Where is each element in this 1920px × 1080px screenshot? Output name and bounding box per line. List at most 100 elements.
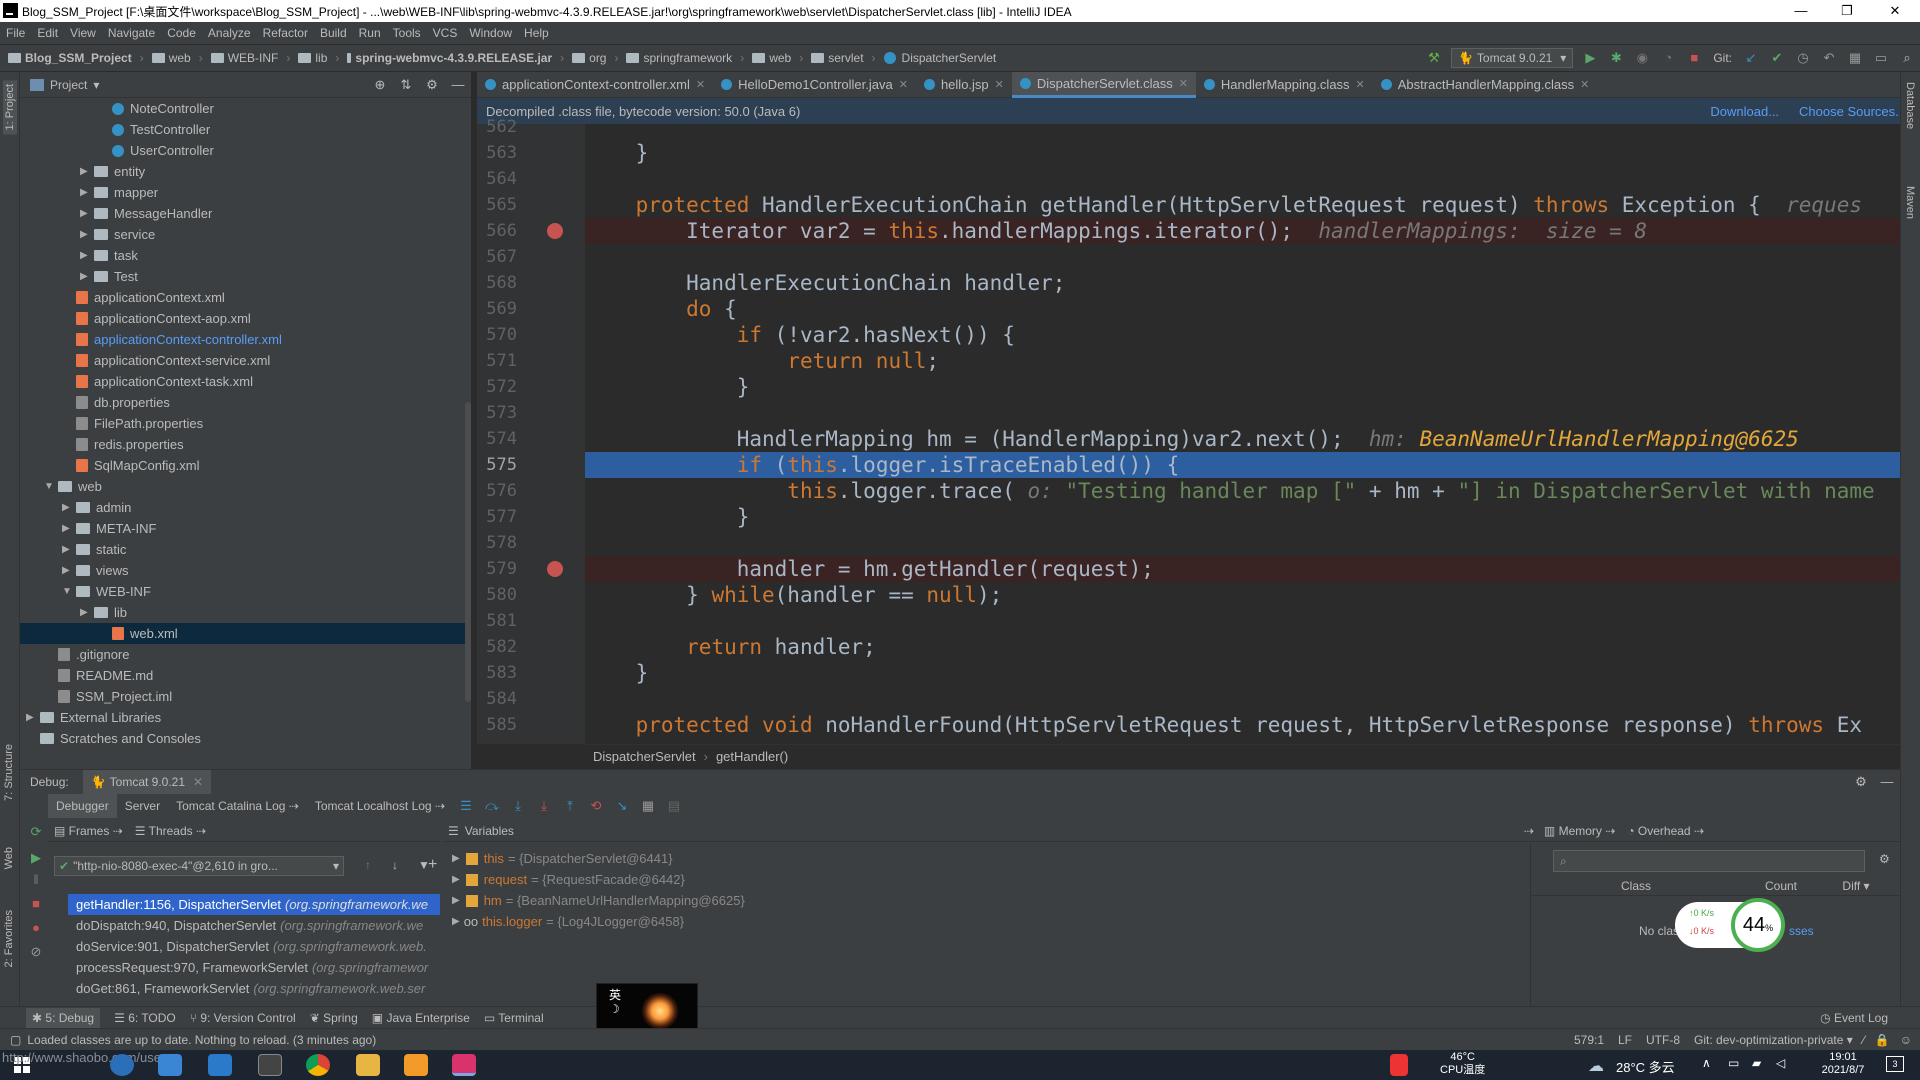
code-editor[interactable]: } protected HandlerExecutionChain getHan… xyxy=(585,124,1900,744)
git-branch[interactable]: Git: dev-optimization-private ▾ xyxy=(1694,1033,1853,1047)
run-config-select[interactable]: 🐈 Tomcat 9.0.21 ▾ xyxy=(1450,48,1574,68)
step-out-icon[interactable]: ⤒ xyxy=(562,798,578,814)
choose-sources-link[interactable]: Choose Sources... xyxy=(1799,104,1906,119)
overhead-tab[interactable]: ◔ Overhead ⇢ xyxy=(1627,824,1704,838)
menu-refactor[interactable]: Refactor xyxy=(257,22,314,44)
web-tool-button[interactable]: Web xyxy=(3,847,15,869)
breadcrumb-jar[interactable]: spring-webmvc-4.3.9.RELEASE.jar › xyxy=(347,51,564,65)
menu-run[interactable]: Run xyxy=(353,22,387,44)
terminal-tool-button[interactable]: ▭ Terminal xyxy=(484,1011,544,1025)
expand-right-icon[interactable]: ▶ xyxy=(452,890,460,911)
chevron-down-icon[interactable]: ▾ xyxy=(93,78,99,92)
code-line[interactable]: Iterator var2 = this.handlerMappings.ite… xyxy=(585,218,1900,244)
code-line[interactable]: if (this.logger.isTraceEnabled()) { xyxy=(585,452,1900,478)
drop-frame-icon[interactable]: ⟲ xyxy=(588,798,604,814)
memory-tab[interactable]: ▥ Memory ⇢ xyxy=(1544,824,1615,838)
volume-icon[interactable]: ◁ xyxy=(1776,1056,1785,1070)
tree-item[interactable]: ▶ service xyxy=(20,224,465,245)
tree-item[interactable]: applicationContext.xml xyxy=(20,287,465,308)
breadcrumb-org[interactable]: org › xyxy=(572,51,618,65)
search-icon[interactable]: ⌕ xyxy=(1899,50,1915,66)
expand-right-icon[interactable]: ▶ xyxy=(452,848,460,869)
tab-catalina-log[interactable]: Tomcat Catalina Log ⇢ xyxy=(168,794,307,818)
expand-right-icon[interactable]: ▶ xyxy=(452,911,460,932)
expand-right-icon[interactable]: ▶ xyxy=(452,869,460,890)
event-log-button[interactable]: ◷ Event Log xyxy=(1820,1011,1888,1025)
tree-item[interactable]: ▶ MessageHandler xyxy=(20,203,465,224)
close-button[interactable]: ✕ xyxy=(1872,0,1918,22)
col-class[interactable]: Class xyxy=(1531,879,1741,893)
force-step-into-icon[interactable]: ⤓ xyxy=(536,798,552,814)
new-watch-icon[interactable]: + xyxy=(428,856,437,874)
expand-right-icon[interactable]: ▶ xyxy=(62,497,76,518)
code-line[interactable]: if (!var2.hasNext()) { xyxy=(585,322,1900,348)
menu-file[interactable]: File xyxy=(0,22,31,44)
code-line[interactable]: this.logger.trace( o: "Testing handler m… xyxy=(585,478,1900,504)
restore-layout-icon[interactable]: ⇢ xyxy=(1524,824,1534,838)
database-tool-button[interactable]: Database xyxy=(1904,82,1916,129)
breadcrumb-project[interactable]: Blog_SSM_Project › xyxy=(8,51,144,65)
project-tool-button[interactable]: 1: Project xyxy=(3,80,17,135)
terminal-app-icon[interactable] xyxy=(258,1054,282,1076)
editor-tab[interactable]: HelloDemo1Controller.java ✕ xyxy=(713,72,916,98)
step-into-icon[interactable]: ⤓ xyxy=(510,798,526,814)
tray-app-icon[interactable] xyxy=(1390,1054,1408,1076)
favorites-tool-button[interactable]: 2: Favorites xyxy=(3,910,15,967)
version-control-tool-button[interactable]: ⑂ 9: Version Control xyxy=(190,1011,296,1025)
hide-icon[interactable]: — xyxy=(1879,774,1895,790)
variable-row[interactable]: ▶ oo this.logger = {Log4JLogger@6458} xyxy=(452,911,684,932)
stack-frame[interactable]: doService:901, DispatcherServlet (org.spr… xyxy=(68,936,440,957)
close-tab-icon[interactable]: ✕ xyxy=(1356,78,1365,91)
tree-item[interactable]: NoteController xyxy=(20,98,465,119)
code-line[interactable]: do { xyxy=(585,296,1900,322)
mail-icon[interactable] xyxy=(208,1054,232,1076)
run-to-cursor-icon[interactable]: ↘ xyxy=(614,798,630,814)
tree-item[interactable]: web.xml xyxy=(20,623,465,644)
expand-right-icon[interactable]: ▶ xyxy=(80,182,94,203)
hide-icon[interactable]: — xyxy=(450,77,466,93)
pause-icon[interactable]: ‖ xyxy=(28,872,44,888)
crumb-class[interactable]: DispatcherServlet xyxy=(593,749,696,764)
edge-icon[interactable] xyxy=(110,1054,134,1076)
stack-frame[interactable]: getHandler:1156, DispatcherServlet (org.s… xyxy=(68,894,440,915)
previous-frame-icon[interactable]: ↑ xyxy=(365,858,371,872)
stack-frame[interactable]: processRequest:970, FrameworkServlet (org… xyxy=(68,957,440,978)
trace-icon[interactable]: ▤ xyxy=(666,798,682,814)
tab-server[interactable]: Server xyxy=(117,794,168,818)
debug-icon[interactable]: ✱ xyxy=(1608,50,1624,66)
locate-icon[interactable]: ⊕ xyxy=(372,77,388,93)
close-icon[interactable]: ✕ xyxy=(193,775,203,789)
breadcrumb-web-pkg[interactable]: web › xyxy=(752,51,803,65)
breadcrumb-dispatcherservlet[interactable]: DispatcherServlet xyxy=(883,51,996,65)
readonly-icon[interactable]: ⁄ xyxy=(1863,1033,1865,1047)
code-line[interactable] xyxy=(585,530,1900,556)
close-tab-icon[interactable]: ✕ xyxy=(696,78,705,91)
run-icon[interactable]: ▶ xyxy=(1582,50,1598,66)
file-encoding[interactable]: UTF-8 xyxy=(1646,1033,1680,1047)
expand-right-icon[interactable]: ▶ xyxy=(62,560,76,581)
file-explorer-icon[interactable] xyxy=(356,1054,380,1076)
menu-analyze[interactable]: Analyze xyxy=(202,22,257,44)
col-count[interactable]: Count xyxy=(1741,879,1821,893)
tree-scrollbar[interactable] xyxy=(465,402,471,702)
editor-tab[interactable]: HandlerMapping.class ✕ xyxy=(1196,72,1373,98)
tree-item[interactable]: ▶ static xyxy=(20,539,465,560)
stop-icon[interactable]: ■ xyxy=(28,896,44,912)
tab-debugger[interactable]: Debugger xyxy=(48,794,117,818)
expand-right-icon[interactable]: ▶ xyxy=(80,203,94,224)
view-breakpoints-icon[interactable]: ● xyxy=(28,920,44,936)
history-icon[interactable]: ◷ xyxy=(1795,50,1811,66)
tree-item[interactable]: Scratches and Consoles xyxy=(20,728,465,749)
tree-item[interactable]: ▶ External Libraries xyxy=(20,707,465,728)
evaluate-icon[interactable]: ▦ xyxy=(640,798,656,814)
debug-tool-button[interactable]: ✱ 5: Debug xyxy=(26,1007,101,1028)
menu-edit[interactable]: Edit xyxy=(31,22,64,44)
debug-session-tab[interactable]: 🐈 Tomcat 9.0.21 ✕ xyxy=(82,770,212,794)
git-update-icon[interactable]: ↙ xyxy=(1743,50,1759,66)
load-classes-link[interactable]: sses xyxy=(1789,924,1814,938)
tree-item[interactable]: SSM_Project.iml xyxy=(20,686,465,707)
code-line[interactable]: } xyxy=(585,140,1900,166)
clock[interactable]: 19:01 2021/8/7 xyxy=(1808,1051,1878,1077)
lock-icon[interactable]: 🔒 xyxy=(1875,1033,1890,1047)
status-message[interactable]: Loaded classes are up to date. Nothing t… xyxy=(27,1033,376,1047)
